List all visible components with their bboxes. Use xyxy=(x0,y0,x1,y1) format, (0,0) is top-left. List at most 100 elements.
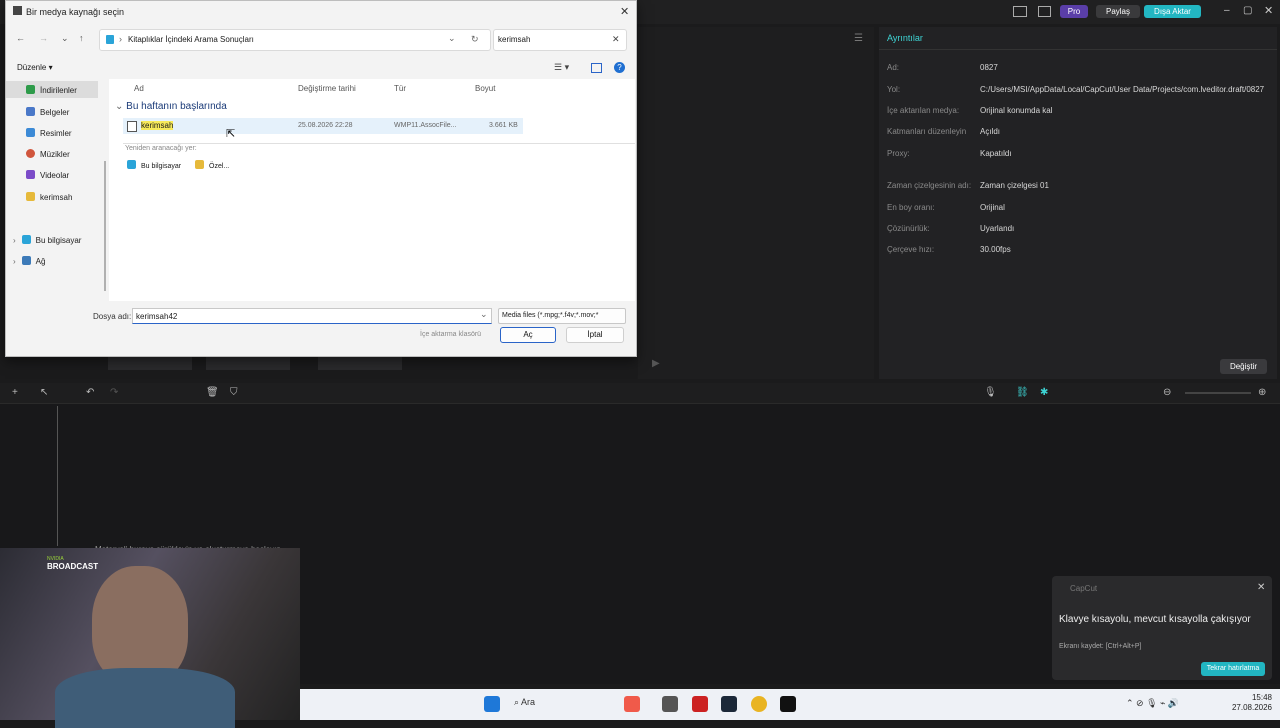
nav-item-downloads[interactable]: İndirilenler xyxy=(26,85,77,95)
maximize-icon[interactable]: ▢ xyxy=(1243,5,1252,16)
detail-label: Çözünürlük: xyxy=(887,224,930,233)
nav-item-documents[interactable]: Belgeler xyxy=(26,107,69,117)
file-row[interactable]: kerimsah 25.08.2026 22:28 WMP11.AssocFil… xyxy=(123,118,523,134)
undo-icon[interactable]: ↶ xyxy=(86,387,94,398)
app-icon[interactable] xyxy=(692,696,708,712)
dialog-close-icon[interactable]: ✕ xyxy=(620,5,629,18)
nav-item-label: Resimler xyxy=(40,129,72,138)
zoom-slider[interactable] xyxy=(1185,392,1251,394)
app-icon xyxy=(13,6,22,15)
nav-item-network[interactable]: › Ağ xyxy=(13,256,45,266)
forward-icon[interactable]: → xyxy=(39,33,48,43)
search-again-item-label: Bu bilgisayar xyxy=(141,163,182,170)
clear-search-icon[interactable]: ✕ xyxy=(612,34,620,45)
folder-icon xyxy=(26,192,35,201)
remind-again-button[interactable]: Tekrar hatırlatma xyxy=(1201,662,1265,676)
expand-chevron-icon[interactable]: › xyxy=(13,236,16,245)
organize-menu[interactable]: Düzenle ▾ xyxy=(17,63,53,72)
menu-icon[interactable]: ☰ xyxy=(854,33,863,44)
steam-icon[interactable] xyxy=(721,696,737,712)
nav-item-videos[interactable]: Videolar xyxy=(26,170,69,180)
group-header[interactable]: ⌄ Bu haftanın başlarında xyxy=(115,101,227,112)
navigation-pane: İndirilenler Belgeler Resimler Müzikler … xyxy=(6,79,102,301)
person-silhouette xyxy=(92,566,188,684)
search-input[interactable]: kerimsah xyxy=(498,35,530,44)
library-icon xyxy=(106,35,114,44)
webcam-overlay: NVIDIA BROADCAST xyxy=(0,548,300,728)
cancel-button[interactable]: İptal xyxy=(566,327,624,343)
open-button[interactable]: Aç xyxy=(500,327,556,343)
nav-item-kerimsah[interactable]: kerimsah xyxy=(26,192,72,202)
zoom-in-icon[interactable]: ⊕ xyxy=(1258,387,1266,398)
column-header-name[interactable]: Ad xyxy=(134,84,144,93)
preview-pane-icon[interactable] xyxy=(591,63,602,73)
search-again-this-pc[interactable]: Bu bilgisayar xyxy=(127,160,181,170)
file-explorer-icon[interactable] xyxy=(662,696,678,712)
minimize-icon[interactable]: – xyxy=(1224,5,1230,16)
expand-chevron-icon[interactable]: › xyxy=(13,257,16,266)
capcut-taskbar-icon[interactable] xyxy=(780,696,796,712)
collapse-chevron-icon[interactable]: ⌄ xyxy=(115,101,123,112)
address-chevron-icon[interactable]: ⌄ xyxy=(448,33,456,44)
filename-chevron-icon[interactable]: ⌄ xyxy=(480,309,488,320)
column-header-date[interactable]: Değiştirme tarihi xyxy=(298,84,356,93)
link-icon[interactable]: ⛓ xyxy=(1016,387,1029,398)
redo-icon[interactable]: ↷ xyxy=(110,387,118,398)
download-icon xyxy=(26,85,35,94)
shield-icon[interactable]: ⛉ xyxy=(230,387,238,398)
nav-scrollbar[interactable] xyxy=(104,161,106,291)
magnet-icon[interactable]: ✱ xyxy=(1040,387,1048,398)
detail-label: Proxy: xyxy=(887,149,910,158)
pro-badge[interactable]: Pro xyxy=(1060,5,1088,18)
search-again-custom[interactable]: Özel... xyxy=(195,160,229,170)
organize-label: Düzenle xyxy=(17,63,47,72)
filename-label: Dosya adı: xyxy=(93,312,132,321)
taskbar-search-label: Ara xyxy=(521,697,536,707)
back-icon[interactable]: ← xyxy=(16,33,25,43)
zoom-out-icon[interactable]: ⊖ xyxy=(1163,387,1171,398)
nav-item-pictures[interactable]: Resimler xyxy=(26,128,72,138)
dialog-title-bar: Bir medya kaynağı seçin ✕ xyxy=(6,1,636,23)
microphone-icon[interactable]: 🎙 xyxy=(984,387,997,398)
taskbar-search[interactable]: ⌕ Ara xyxy=(514,697,535,708)
file-type-filter[interactable]: Media files (*.mpg;*.f4v;*.mov;* xyxy=(498,308,626,324)
nav-item-this-pc[interactable]: › Bu bilgisayar xyxy=(13,235,81,245)
add-icon[interactable]: + xyxy=(12,387,18,398)
nav-item-label: İndirilenler xyxy=(40,86,77,95)
export-button[interactable]: Dışa Aktar xyxy=(1144,5,1201,18)
play-icon[interactable]: ▶ xyxy=(652,358,660,369)
details-header: Ayrıntılar xyxy=(879,27,1277,50)
nav-item-music[interactable]: Müzikler xyxy=(26,149,70,159)
widget-icon[interactable] xyxy=(624,696,640,712)
change-button[interactable]: Değiştir xyxy=(1220,359,1267,374)
layout-icon[interactable] xyxy=(1013,6,1027,17)
select-tool-icon[interactable]: ↖ xyxy=(40,387,48,398)
close-icon[interactable]: ✕ xyxy=(1264,4,1273,17)
up-icon[interactable]: ↑ xyxy=(79,33,84,43)
column-header-size[interactable]: Boyut xyxy=(475,84,495,93)
search-box[interactable]: kerimsah ✕ xyxy=(493,29,627,51)
filename-input[interactable]: kerimsah42 xyxy=(136,312,177,321)
taskbar-clock[interactable]: 15:48 27.08.2026 xyxy=(1232,693,1272,713)
filename-field[interactable]: kerimsah42 ⌄ xyxy=(132,308,492,324)
import-folder-label[interactable]: İçe aktarma klasörü xyxy=(420,331,481,338)
detail-label: Çerçeve hızı: xyxy=(887,245,935,254)
shortcuts-icon[interactable] xyxy=(1038,6,1051,17)
delete-icon[interactable]: 🗑 xyxy=(206,387,219,398)
system-tray-icons[interactable]: ⌃ ⊘ 🎙 ⌁ 🔊 xyxy=(1126,698,1179,709)
refresh-icon[interactable]: ↻ xyxy=(471,34,479,45)
column-header-type[interactable]: Tür xyxy=(394,84,406,93)
detail-value: 30.00fps xyxy=(980,245,1011,254)
recent-chevron-icon[interactable]: ⌄ xyxy=(61,33,69,44)
chrome-icon[interactable] xyxy=(751,696,767,712)
windows-start-icon[interactable] xyxy=(484,696,500,712)
pictures-icon xyxy=(26,128,35,137)
toast-close-icon[interactable]: ✕ xyxy=(1257,582,1265,593)
playhead[interactable] xyxy=(57,406,58,546)
help-icon[interactable]: ? xyxy=(614,62,625,73)
detail-value: 0827 xyxy=(980,63,998,72)
share-button[interactable]: Paylaş xyxy=(1096,5,1140,18)
view-options-icon[interactable]: ☰ ▾ xyxy=(554,62,569,73)
address-bar[interactable]: › Kitaplıklar İçindeki Arama Sonuçları ⌄… xyxy=(99,29,491,51)
toast-app-name: CapCut xyxy=(1070,584,1098,593)
